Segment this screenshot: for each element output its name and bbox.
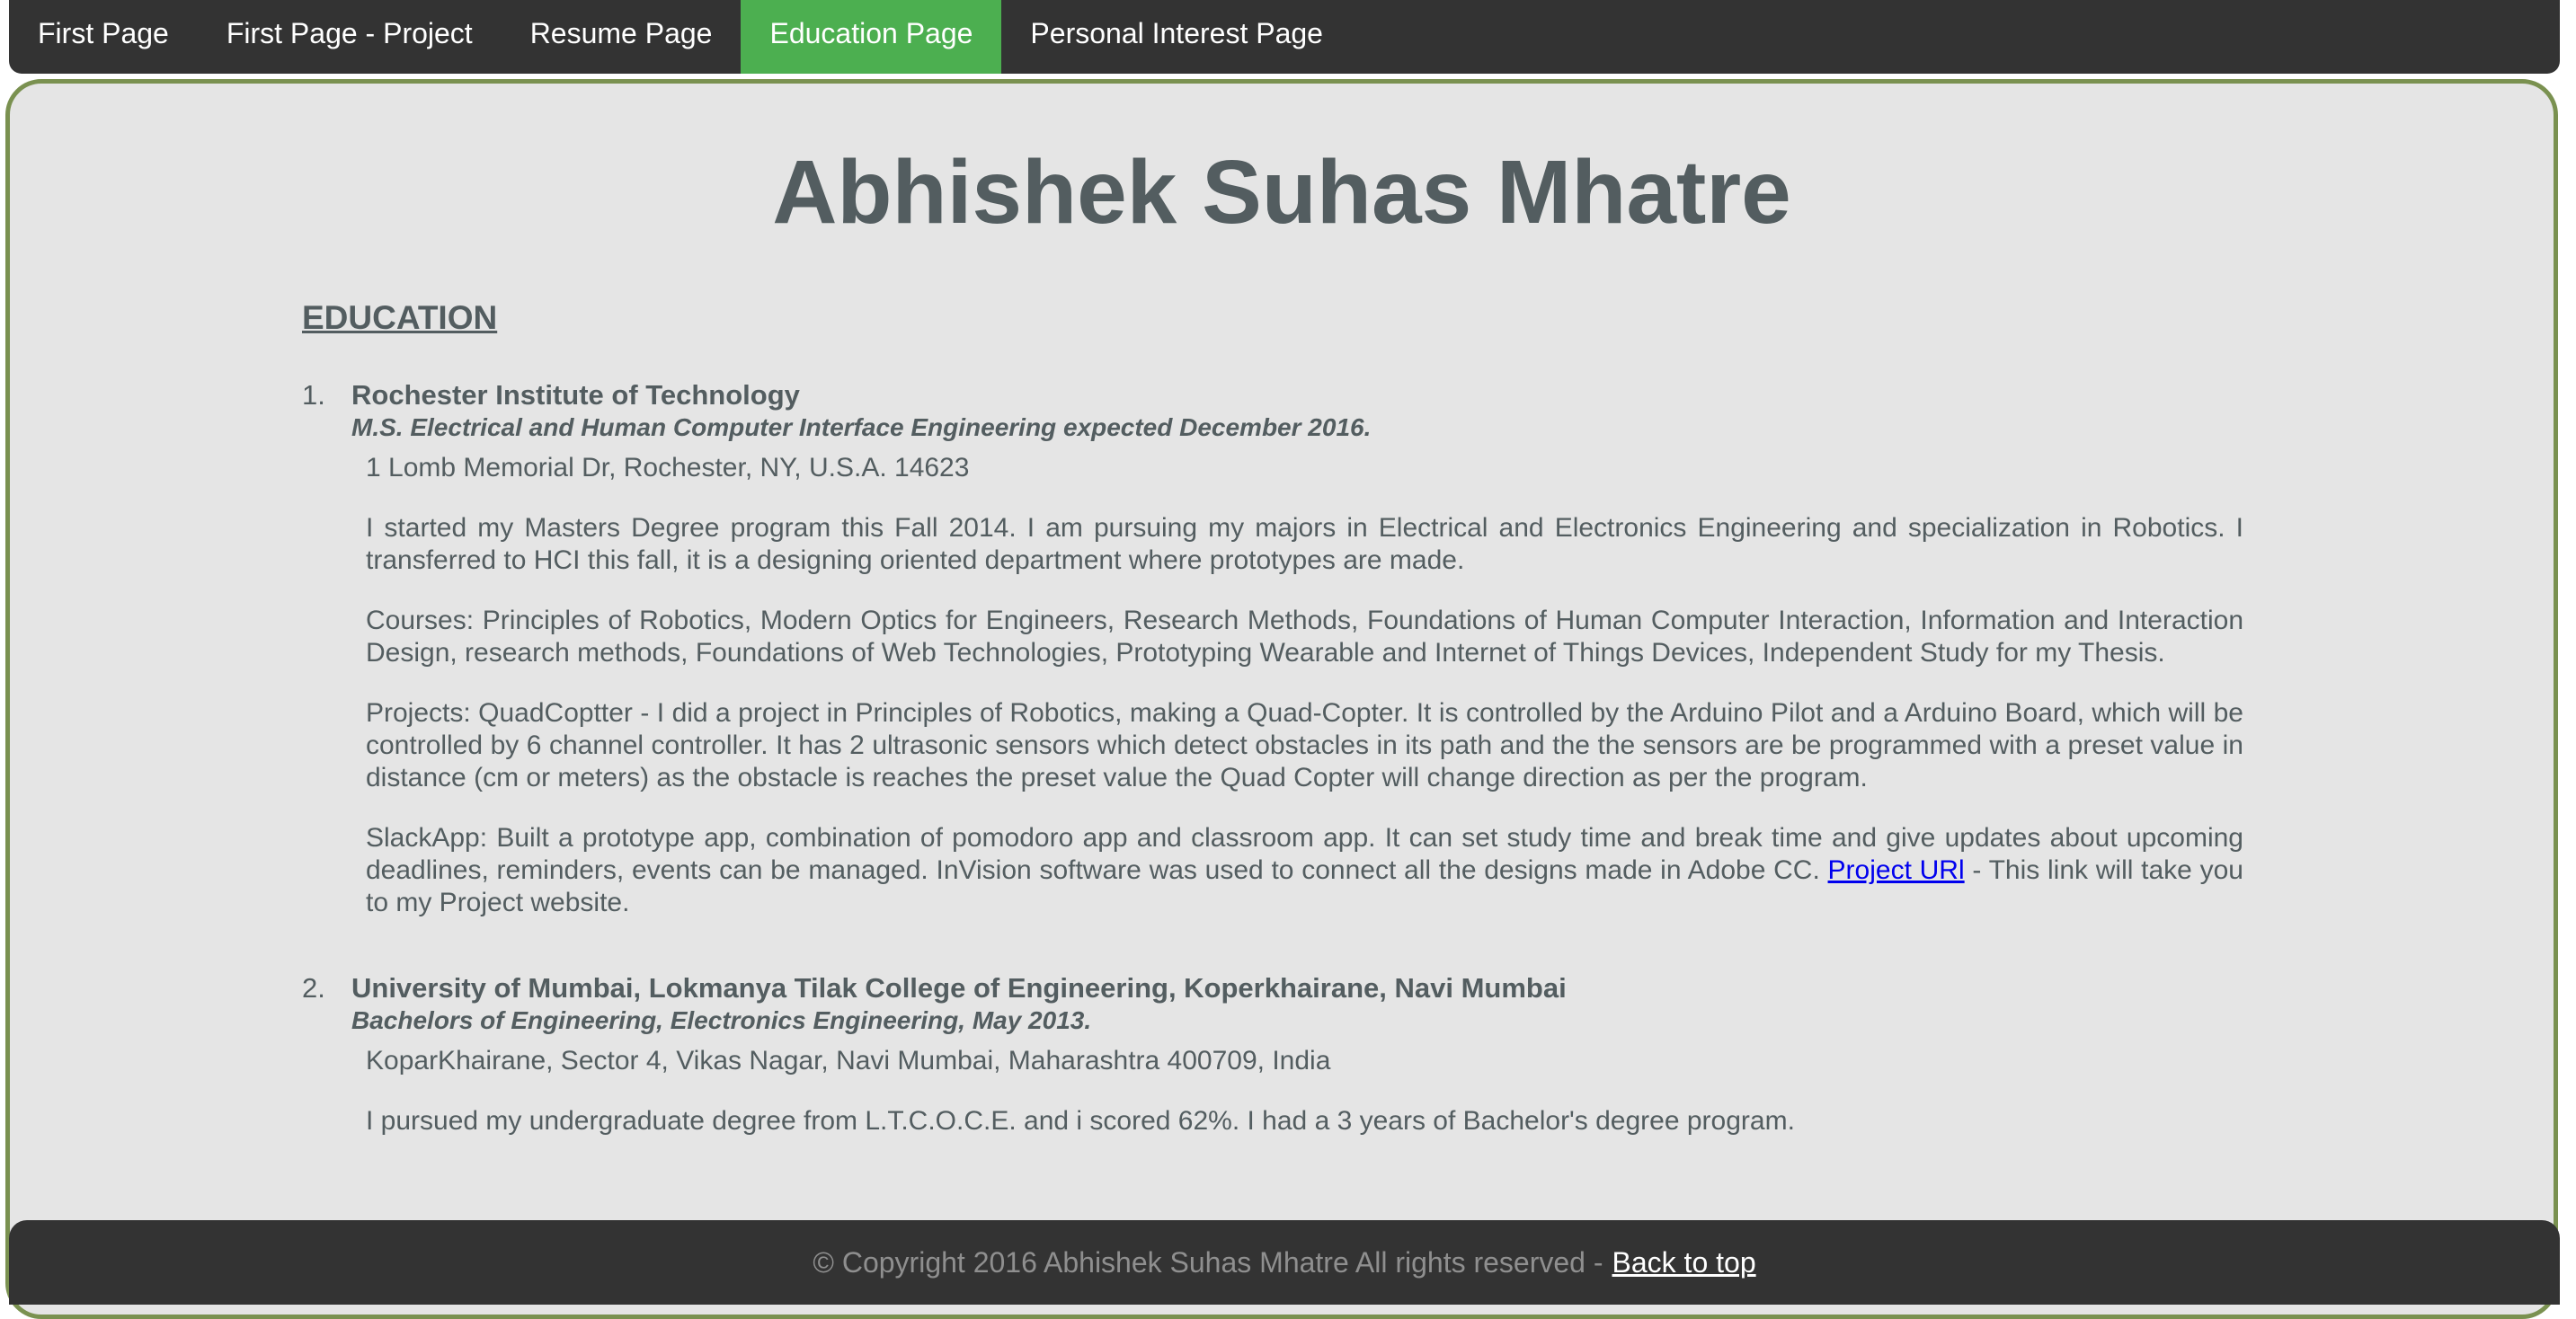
page-title: Abhishek Suhas Mhatre [772,142,1791,243]
top-navigation-bar: First Page First Page - Project Resume P… [9,0,2560,74]
institution-name: Rochester Institute of Technology [351,379,800,411]
nav-item-first-page-project[interactable]: First Page - Project [198,0,502,74]
degree-title: M.S. Electrical and Human Computer Inter… [351,413,1372,441]
institution-address: KoparKhairane, Sector 4, Vikas Nagar, Na… [366,1046,1331,1076]
copyright-text: © Copyright 2016 Abhishek Suhas Mhatre A… [813,1245,1603,1279]
list-number: 2. [302,972,325,1004]
education-summary: I started my Masters Degree program this… [366,513,2243,575]
section-heading-education: EDUCATION [302,299,498,336]
nav-item-resume-page[interactable]: Resume Page [502,0,742,74]
projects-paragraph: Projects: QuadCoptter - I did a project … [366,698,2243,792]
institution-name: University of Mumbai, Lokmanya Tilak Col… [351,972,1567,1004]
education-entry-rit: 1. Rochester Institute of Technology M.S… [302,378,2243,919]
project-url-link[interactable]: Project URl [1828,855,1965,885]
education-entry-mumbai: 2. University of Mumbai, Lokmanya Tilak … [302,971,2243,1138]
slackapp-paragraph: SlackApp: Built a prototype app, combina… [366,822,2243,919]
nav-item-education-page[interactable]: Education Page [741,0,1002,74]
nav-item-personal-interest-page[interactable]: Personal Interest Page [1001,0,1352,74]
nav-item-first-page[interactable]: First Page [9,0,198,74]
page-footer: © Copyright 2016 Abhishek Suhas Mhatre A… [9,1220,2560,1305]
education-list: 1. Rochester Institute of Technology M.S… [302,378,2243,1190]
education-summary: I pursued my undergraduate degree from L… [366,1106,1795,1136]
institution-address: 1 Lomb Memorial Dr, Rochester, NY, U.S.A… [366,453,970,482]
courses-paragraph: Courses: Principles of Robotics, Modern … [366,606,2243,668]
education-details: KoparKhairane, Sector 4, Vikas Nagar, Na… [351,1036,2243,1138]
back-to-top-link[interactable]: Back to top [1612,1246,1756,1279]
education-details: 1 Lomb Memorial Dr, Rochester, NY, U.S.A… [351,443,2243,919]
main-content-panel: Abhishek Suhas Mhatre EDUCATION 1. Roche… [5,79,2558,1319]
degree-title: Bachelors of Engineering, Electronics En… [351,1006,1092,1034]
list-number: 1. [302,379,325,411]
